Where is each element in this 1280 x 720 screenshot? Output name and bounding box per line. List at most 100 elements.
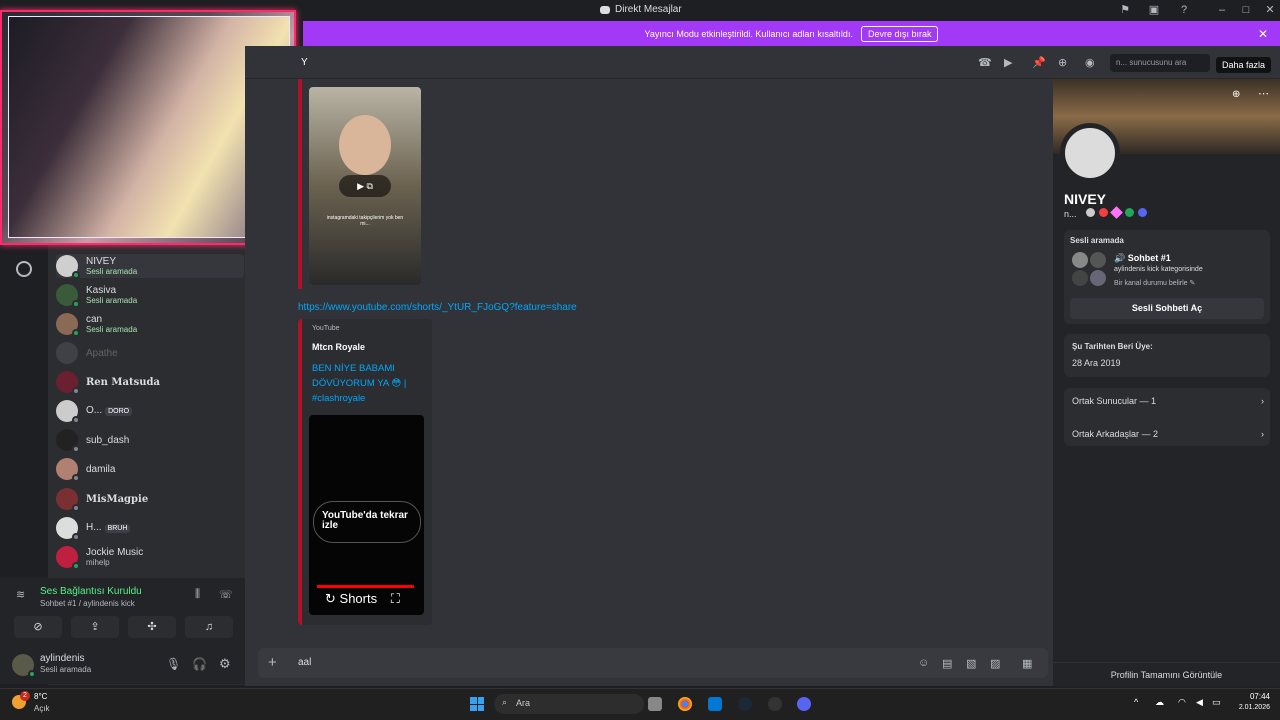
- view-full-profile-button[interactable]: Profilin Tamamını Görüntüle: [1053, 662, 1280, 686]
- wifi-icon[interactable]: ◠: [1178, 697, 1186, 708]
- badge-icon[interactable]: [1125, 208, 1134, 217]
- noise-suppression-icon[interactable]: ⫼: [195, 588, 200, 601]
- maximize-icon[interactable]: □: [1240, 4, 1252, 16]
- windows-start-icon[interactable]: [470, 697, 484, 711]
- member-item-ren-matsuda[interactable]: Ren Matsuda: [56, 370, 244, 395]
- disconnect-icon[interactable]: ☏: [219, 588, 233, 601]
- watch-on-youtube-button[interactable]: YouTube'da tekrar izle: [313, 501, 421, 543]
- headphones-icon[interactable]: 🎧: [192, 657, 207, 671]
- weather-temp[interactable]: 8°C: [34, 692, 47, 701]
- chevron-right-icon: ›: [1261, 396, 1264, 406]
- video-thumbnail[interactable]: ▶ ⧉ instagramdaki takipçilerim yok ben m…: [309, 87, 421, 285]
- badge-icon[interactable]: [1099, 208, 1108, 217]
- member-item-kasiva[interactable]: Kasiva Sesli aramada: [56, 283, 244, 308]
- video-call-icon[interactable]: ▶: [1004, 56, 1012, 69]
- embed-author[interactable]: Mtcn Royale: [312, 342, 365, 352]
- server-tag: BRUH: [104, 524, 131, 533]
- user-avatar[interactable]: [12, 654, 36, 678]
- discord-taskbar-icon[interactable]: [797, 697, 811, 711]
- mutual-friends-row[interactable]: Ortak Arkadaşlar — 2 ›: [1072, 429, 1264, 439]
- store-icon[interactable]: [708, 697, 722, 711]
- embed-title[interactable]: BEN NİYE BABAMI DÖVÜYORUM YA 😳 | #clashr…: [312, 361, 424, 406]
- minimize-icon[interactable]: –: [1216, 4, 1228, 16]
- member-item-damila[interactable]: damila: [56, 457, 244, 482]
- chevron-right-icon: ›: [1261, 429, 1264, 439]
- avatar: [1072, 270, 1088, 286]
- user-name[interactable]: aylindenis: [40, 653, 84, 664]
- voice-category: aylindenis kick kategorisinde: [1114, 266, 1203, 273]
- onedrive-icon[interactable]: ☁: [1155, 697, 1164, 708]
- set-channel-status[interactable]: Bir kanal durumu belirle ✎: [1114, 279, 1195, 287]
- signal-icon: ≋: [16, 589, 26, 601]
- video-progress-bar[interactable]: [317, 585, 414, 588]
- obs-icon[interactable]: [768, 697, 782, 711]
- gif-icon[interactable]: ▤: [942, 657, 952, 670]
- help-icon[interactable]: ?: [1178, 4, 1190, 16]
- play-button-icon[interactable]: ▶ ⧉: [339, 175, 391, 197]
- add-friends-icon[interactable]: ⊕: [1058, 56, 1067, 69]
- member-item-can[interactable]: can Sesli aramada: [56, 312, 244, 337]
- member-item-mismagpie[interactable]: MisMagpie: [56, 487, 244, 512]
- avatar: [56, 342, 78, 364]
- tray-overflow-icon[interactable]: ^: [1134, 697, 1138, 707]
- settings-gear-icon[interactable]: ⚙: [219, 656, 231, 672]
- apps-icon[interactable]: ▦: [1022, 657, 1032, 670]
- sticker-icon[interactable]: ▧: [966, 657, 976, 670]
- search-input[interactable]: n... sunucusunu ara: [1110, 54, 1210, 72]
- discover-icon[interactable]: [16, 261, 32, 277]
- clock-date[interactable]: 2.01.2026: [1226, 704, 1270, 711]
- badge-icon[interactable]: [1138, 208, 1147, 217]
- add-friend-icon[interactable]: ⊕: [1232, 89, 1240, 100]
- member-item-h[interactable]: H... BRUH: [56, 516, 244, 541]
- voice-status[interactable]: Ses Bağlantısı Kuruldu: [40, 586, 142, 597]
- member-item-apathe[interactable]: Apathe: [56, 341, 244, 365]
- message-composer[interactable]: + aal ☺ ▤ ▧ ▨ ▦: [258, 648, 1048, 678]
- inbox-flag-icon[interactable]: ⚑: [1119, 4, 1131, 16]
- profile-name: NIVEY: [1064, 191, 1107, 207]
- soundboard-button[interactable]: ♫: [185, 616, 233, 638]
- image-icon[interactable]: ▨: [990, 657, 1000, 670]
- banner-close-icon[interactable]: ✕: [1258, 27, 1268, 41]
- microphone-icon[interactable]: 🎙: [166, 657, 181, 671]
- volume-icon[interactable]: ◀: [1196, 697, 1203, 708]
- embed-provider[interactable]: YouTube: [312, 325, 340, 332]
- member-item-jockie-music[interactable]: Jockie Music mihelp: [56, 545, 244, 570]
- screen-share-button[interactable]: ⇪: [71, 616, 119, 638]
- chrome-icon[interactable]: [678, 697, 692, 711]
- more-options-icon[interactable]: ⋯: [1258, 87, 1269, 100]
- activities-button[interactable]: ✣: [128, 616, 176, 638]
- voice-channel-name[interactable]: 🔊 Sohbet #1: [1114, 253, 1171, 264]
- avatar: [56, 400, 80, 424]
- disable-streamer-mode-button[interactable]: Devre dışı bırak: [860, 25, 939, 42]
- member-since-card: Şu Tarihten Beri Üye: 28 Ara 2019: [1064, 334, 1270, 377]
- member-item-nivey[interactable]: NIVEY Sesli aramada: [56, 254, 244, 279]
- profile-avatar[interactable]: [1060, 123, 1120, 183]
- gift-icon[interactable]: ☺: [918, 657, 929, 669]
- mutual-servers-row[interactable]: Ortak Sunucular — 1 ›: [1072, 396, 1264, 406]
- member-item-sub-dash[interactable]: sub_dash: [56, 428, 244, 453]
- add-attachment-icon[interactable]: +: [268, 654, 277, 671]
- embed-video-player[interactable]: YouTube'da tekrar izle ↻ Shorts ⛶: [309, 415, 424, 615]
- close-icon[interactable]: ✕: [1264, 4, 1276, 16]
- pencil-icon[interactable]: ✎: [1190, 280, 1196, 287]
- badge-icon[interactable]: [1110, 206, 1123, 219]
- notification-badge: 2: [20, 691, 30, 701]
- voice-call-icon[interactable]: ☎: [978, 56, 992, 69]
- steam-icon[interactable]: [738, 697, 752, 711]
- replay-icon[interactable]: ↻: [325, 591, 336, 606]
- badge-icon[interactable]: [1086, 208, 1095, 217]
- member-item-o[interactable]: O... DORO: [56, 399, 244, 424]
- screen-icon[interactable]: ▣: [1148, 4, 1160, 16]
- open-voice-chat-button[interactable]: Sesli Sohbeti Aç: [1070, 298, 1264, 319]
- pin-icon[interactable]: 📌: [1032, 56, 1046, 69]
- profile-username: n...: [1064, 209, 1077, 219]
- battery-icon[interactable]: ▭: [1212, 697, 1221, 708]
- taskbar-search[interactable]: ⌕ Ara: [494, 694, 644, 714]
- fullscreen-icon[interactable]: ⛶: [391, 591, 400, 606]
- camera-off-button[interactable]: ⊘: [14, 616, 62, 638]
- message-input[interactable]: aal: [298, 657, 311, 668]
- clock-time[interactable]: 07:44: [1226, 692, 1270, 701]
- user-profile-icon[interactable]: ◉: [1085, 56, 1095, 69]
- file-explorer-icon[interactable]: [648, 697, 662, 711]
- youtube-link[interactable]: https://www.youtube.com/shorts/_YtUR_FJo…: [298, 302, 577, 313]
